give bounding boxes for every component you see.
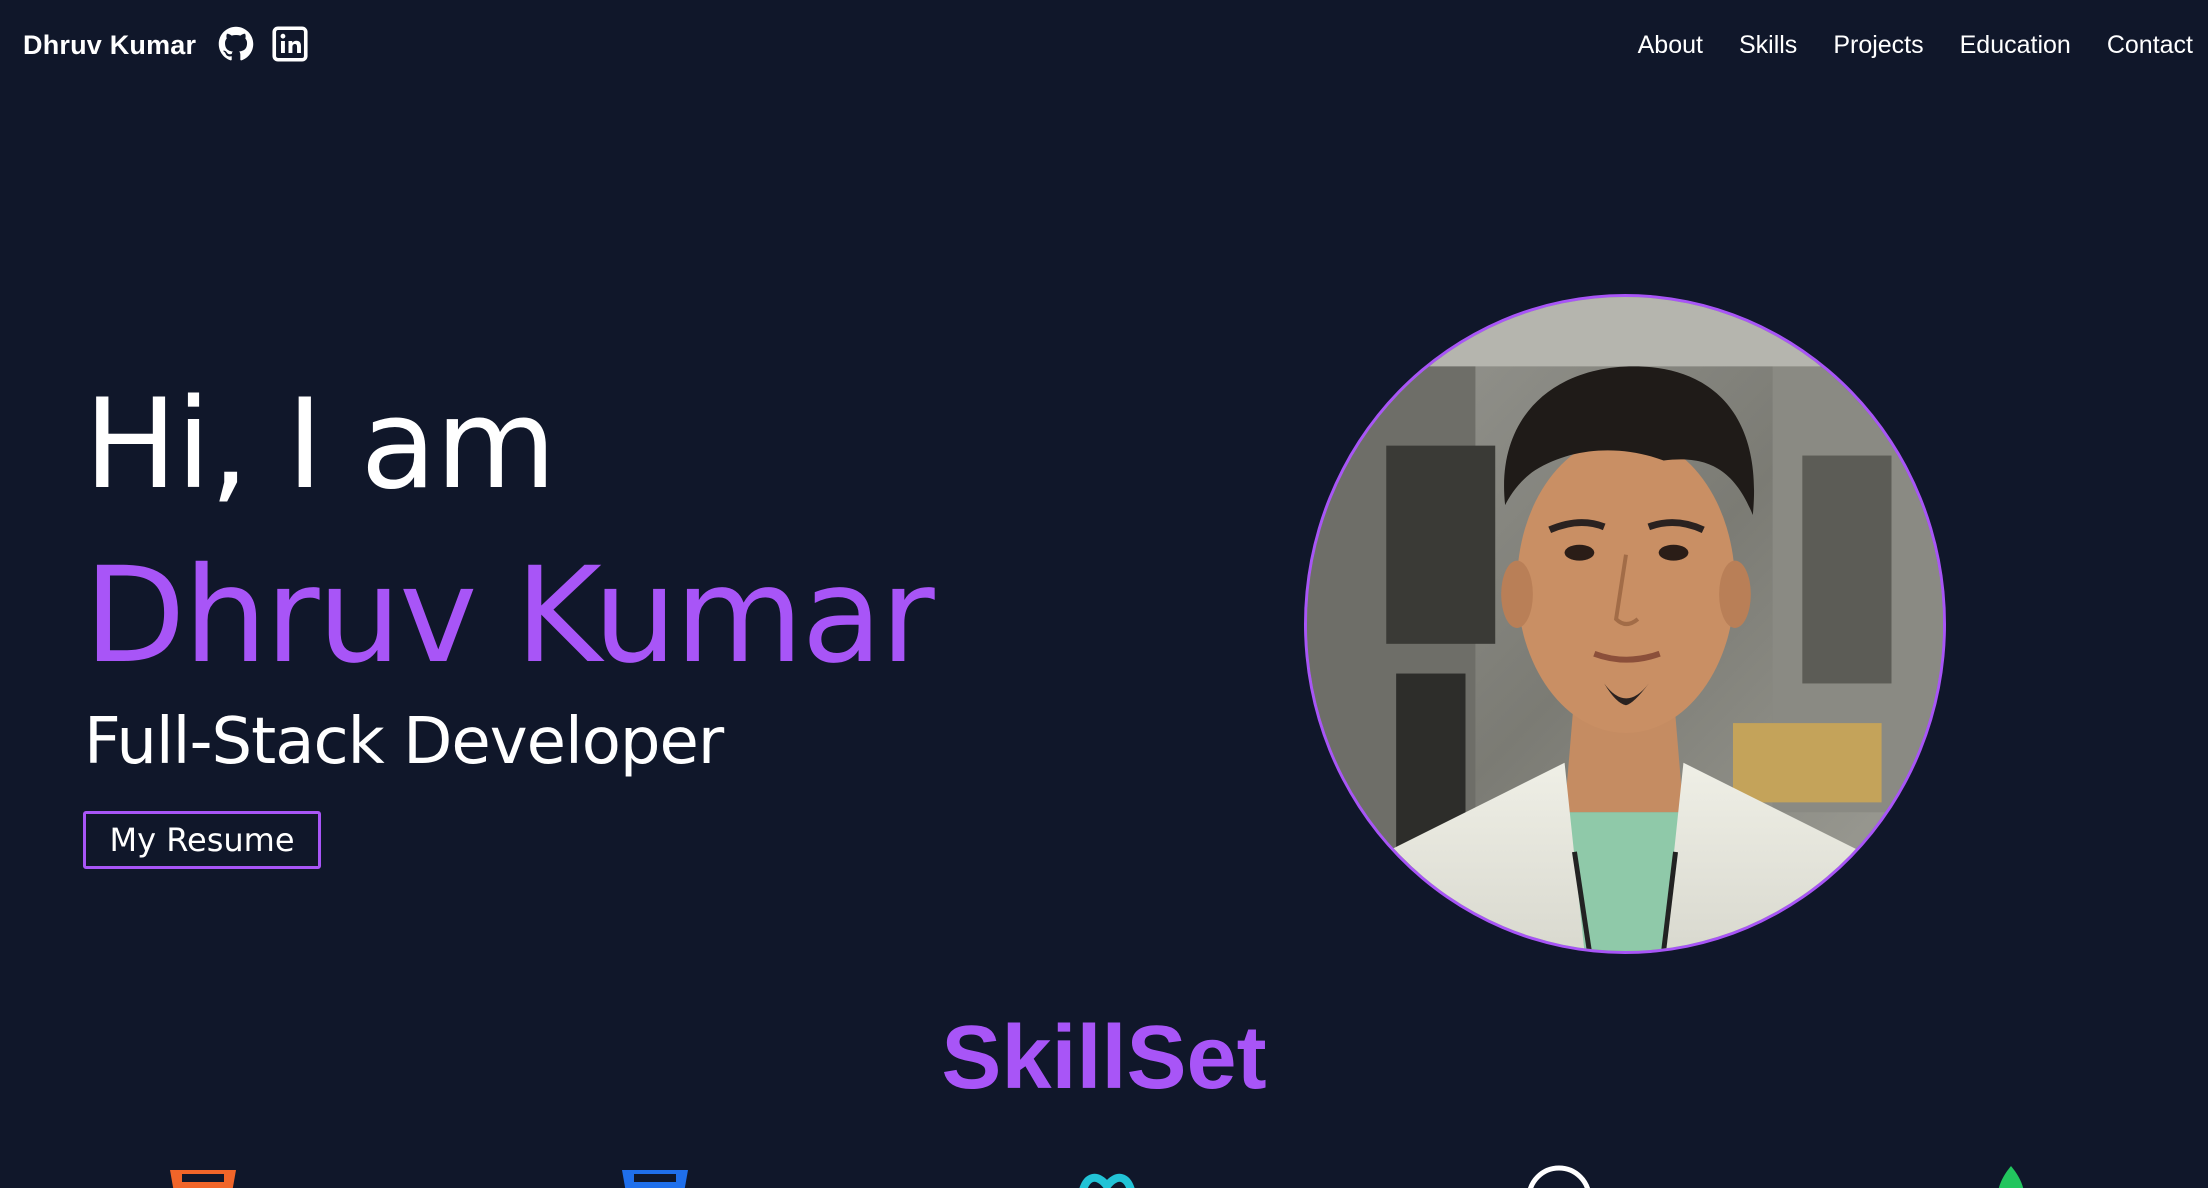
html5-icon (168, 1164, 238, 1188)
nav-link-contact[interactable]: Contact (2107, 27, 2193, 63)
navbar: Dhruv Kumar About Skills Projects Educat… (0, 0, 2208, 90)
linkedin-icon[interactable] (272, 26, 308, 62)
nav-link-education[interactable]: Education (1960, 27, 2071, 63)
mongodb-icon (1976, 1164, 2046, 1188)
nav-link-projects[interactable]: Projects (1833, 27, 1923, 63)
nav-link-skills[interactable]: Skills (1739, 27, 1797, 63)
hero-name: Dhruv Kumar (84, 539, 935, 693)
nav-menu: About Skills Projects Education Contact (1638, 27, 2193, 63)
css3-icon (620, 1164, 690, 1188)
nav-link-about[interactable]: About (1638, 27, 1703, 63)
hero-greeting: Hi, I am (84, 373, 556, 517)
github-icon (1524, 1164, 1594, 1188)
hero-role: Full-Stack Developer (84, 705, 724, 779)
profile-photo (1304, 294, 1946, 954)
resume-button[interactable]: My Resume (83, 811, 321, 869)
brand-name[interactable]: Dhruv Kumar (23, 27, 196, 63)
page: Dhruv Kumar About Skills Projects Educat… (0, 0, 2208, 1188)
github-icon[interactable] (218, 26, 254, 62)
skillset-title: SkillSet (941, 1008, 1267, 1108)
tailwind-icon (1072, 1164, 1142, 1188)
